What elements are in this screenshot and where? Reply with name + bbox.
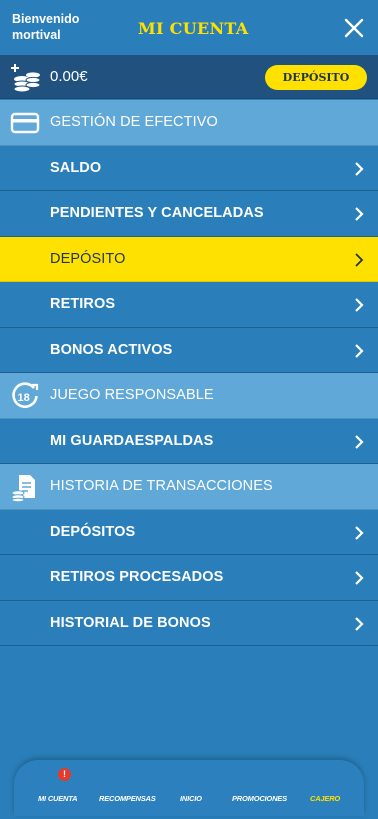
coins-plus-icon	[11, 64, 41, 93]
chevron-right-icon	[355, 207, 364, 221]
nav-home[interactable]: INICIO	[180, 794, 202, 803]
bottom-nav: ! MI CUENTA RECOMPENSAS INICIO PROMOCION…	[14, 760, 364, 816]
nav-cashier[interactable]: CAJERO	[310, 794, 340, 803]
chevron-right-icon	[355, 616, 364, 631]
section-label: HISTORIA DE TRANSACCIONES	[50, 478, 273, 494]
menu-item-saldo[interactable]: SALDO	[0, 145, 378, 191]
welcome-text: Bienvenido mortival	[12, 12, 80, 42]
menu-item-bonus-history[interactable]: HISTORIAL DE BONOS	[0, 600, 378, 646]
menu-item-bodyguard[interactable]: MI GUARDAESPALDAS	[0, 418, 378, 464]
nav-rewards[interactable]: RECOMPENSAS	[99, 794, 156, 803]
age-18-icon: 18	[12, 382, 39, 408]
chevron-right-icon	[355, 343, 364, 358]
page-title: MI CUENTA	[138, 19, 249, 38]
deposit-button[interactable]: DEPÓSITO	[265, 65, 367, 90]
menu-item-withdrawals[interactable]: RETIROS	[0, 282, 378, 328]
section-cash-management: GESTIÓN DE EFECTIVO	[0, 100, 378, 146]
menu-item-label: BONOS ACTIVOS	[50, 341, 173, 358]
chevron-right-icon	[355, 571, 364, 585]
chevron-right-icon	[355, 252, 364, 267]
account-menu: GESTIÓN DE EFECTIVO SALDO PENDIENTES Y C…	[0, 100, 378, 646]
menu-item-label: DEPÓSITO	[50, 250, 126, 267]
menu-item-label: MI GUARDAESPALDAS	[50, 432, 214, 449]
menu-item-deposits[interactable]: DEPÓSITOS	[0, 509, 378, 555]
nav-promotions[interactable]: PROMOCIONES	[232, 794, 287, 803]
menu-item-label: PENDIENTES Y CANCELADAS	[50, 205, 264, 221]
menu-item-processed-withdrawals[interactable]: RETIROS PROCESADOS	[0, 555, 378, 601]
chevron-right-icon	[355, 525, 364, 540]
close-icon[interactable]	[340, 14, 368, 42]
document-coins-icon	[11, 475, 35, 502]
menu-item-deposit[interactable]: DEPÓSITO	[0, 236, 378, 282]
alert-badge: !	[58, 768, 71, 781]
menu-item-active-bonuses[interactable]: BONOS ACTIVOS	[0, 327, 378, 373]
header: Bienvenido mortival MI CUENTA	[0, 0, 378, 55]
section-label: JUEGO RESPONSABLE	[50, 387, 214, 403]
menu-item-label: RETIROS	[50, 296, 116, 312]
menu-item-label: HISTORIAL DE BONOS	[50, 614, 211, 631]
section-transaction-history: HISTORIA DE TRANSACCIONES	[0, 464, 378, 510]
menu-item-label: DEPÓSITOS	[50, 523, 136, 540]
menu-item-pending[interactable]: PENDIENTES Y CANCELADAS	[0, 191, 378, 237]
balance-bar: 0.00€ DEPÓSITO	[0, 55, 378, 99]
menu-item-label: RETIROS PROCESADOS	[50, 569, 224, 585]
credit-card-icon	[10, 112, 40, 134]
section-responsible-gaming: 18 JUEGO RESPONSABLE	[0, 373, 378, 419]
section-label: GESTIÓN DE EFECTIVO	[50, 114, 218, 130]
chevron-right-icon	[355, 434, 364, 449]
svg-text:18: 18	[18, 392, 30, 404]
balance-amount: 0.00€	[50, 68, 88, 85]
menu-item-label: SALDO	[50, 159, 102, 176]
chevron-right-icon	[355, 298, 364, 312]
nav-account[interactable]: MI CUENTA	[38, 794, 78, 803]
chevron-right-icon	[355, 161, 364, 176]
